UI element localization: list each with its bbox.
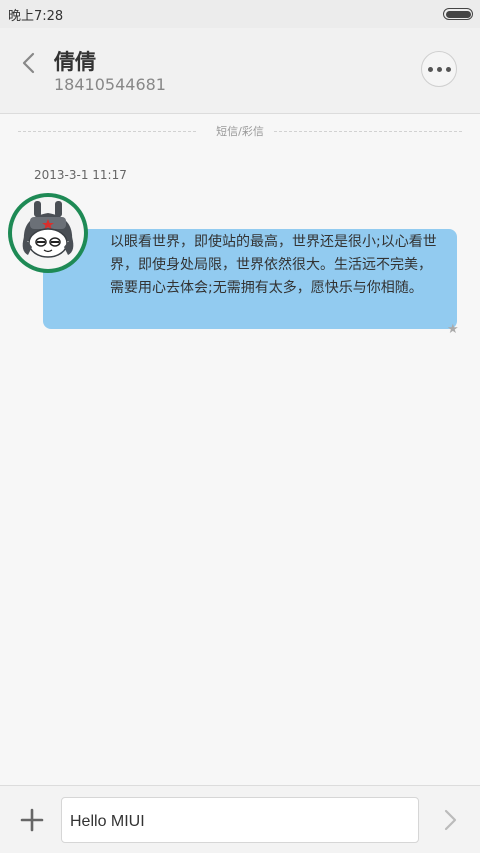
send-chevron-icon xyxy=(444,809,457,831)
add-attachment-button[interactable] xyxy=(20,808,44,832)
message-type-divider: 短信/彩信 xyxy=(18,123,462,139)
avatar[interactable] xyxy=(8,193,88,273)
contact-number: 18410544681 xyxy=(54,75,166,94)
message-timestamp: 2013-3-1 11:17 xyxy=(34,168,127,182)
send-button[interactable] xyxy=(438,808,462,832)
status-bar: 晚上7:28 xyxy=(0,0,480,28)
more-dots-icon xyxy=(427,66,433,72)
divider-label: 短信/彩信 xyxy=(210,125,270,138)
message-input[interactable] xyxy=(61,797,419,843)
mitu-avatar-icon xyxy=(22,201,74,258)
message-bubble[interactable]: 以眼看世界，即使站的最高，世界还是很小;以心看世界，即使身处局限，世界依然很大。… xyxy=(43,229,457,329)
plus-icon xyxy=(20,808,44,832)
back-button[interactable] xyxy=(14,48,44,78)
battery-icon xyxy=(443,8,473,20)
status-time: 晚上7:28 xyxy=(8,9,64,24)
contact-name: 倩倩 xyxy=(54,50,96,74)
conversation-header: 倩倩 18410544681 xyxy=(0,28,480,114)
back-chevron-icon xyxy=(22,52,35,74)
composer-bar xyxy=(0,785,480,853)
more-options-button[interactable] xyxy=(421,51,457,87)
star-icon[interactable]: ★ xyxy=(447,322,459,337)
message-text: 以眼看世界，即使站的最高，世界还是很小;以心看世界，即使身处局限，世界依然很大。… xyxy=(110,234,437,296)
